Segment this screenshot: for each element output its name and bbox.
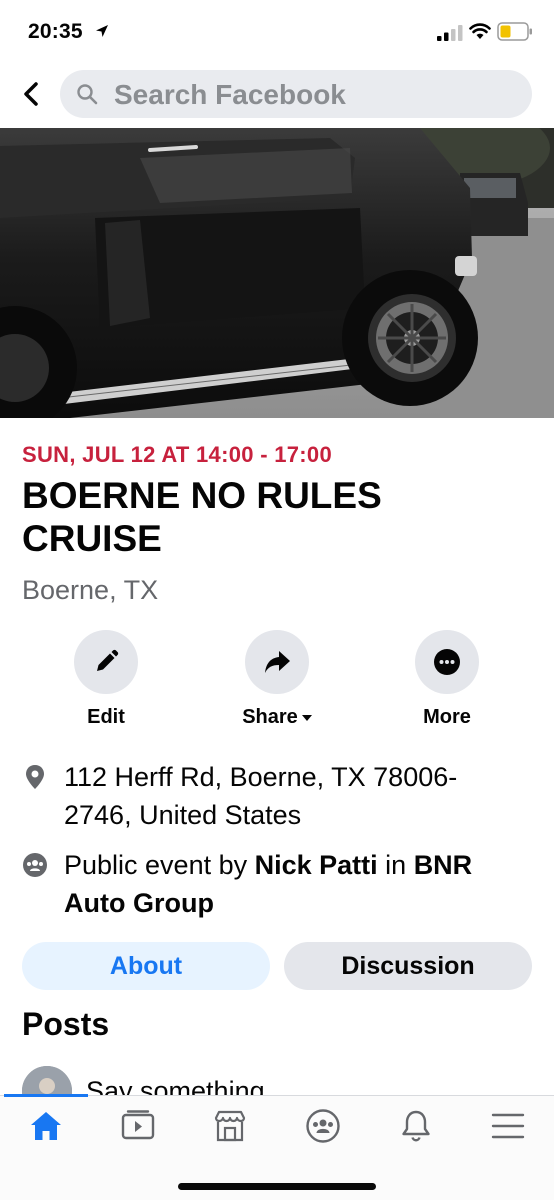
post-composer[interactable]: Say something...	[0, 1060, 554, 1095]
more-button[interactable]: More	[387, 630, 507, 740]
home-indicator	[178, 1183, 376, 1190]
more-icon	[434, 649, 460, 675]
event-title: BOERNE NO RULES CRUISE	[22, 475, 382, 559]
posts-heading: Posts	[22, 1006, 110, 1042]
search-input[interactable]: Search Facebook	[60, 70, 532, 118]
group-icon	[23, 853, 47, 877]
edit-button[interactable]: Edit	[46, 630, 166, 740]
wifi-icon	[469, 23, 491, 39]
host-prefix: Public event by	[64, 850, 255, 880]
event-date: SUN, JUL 12 AT 14:00 - 17:00	[22, 442, 333, 467]
share-arrow-icon	[265, 651, 290, 673]
share-label: Share	[242, 706, 298, 728]
tab-discussion[interactable]: Discussion	[284, 942, 532, 990]
chevron-down-icon	[301, 714, 312, 721]
event-location[interactable]: Boerne, TX	[22, 575, 158, 606]
groups-icon[interactable]	[305, 1108, 341, 1144]
host-name-link[interactable]: Nick Patti	[255, 850, 378, 880]
battery-icon	[497, 22, 532, 41]
address-text: 112 Herff Rd, Boerne, TX 78006-2746, Uni…	[64, 762, 458, 830]
event-cover-photo[interactable]	[0, 128, 554, 418]
bell-icon[interactable]	[398, 1108, 434, 1144]
marketplace-icon[interactable]	[212, 1108, 248, 1144]
search-icon	[77, 84, 98, 105]
watch-icon[interactable]	[120, 1108, 156, 1144]
composer-placeholder: Say something...	[86, 1076, 288, 1095]
signal-icon	[437, 25, 463, 41]
search-placeholder: Search Facebook	[114, 79, 346, 110]
host-mid: in	[377, 850, 414, 880]
home-icon[interactable]	[28, 1108, 64, 1144]
active-tab-indicator	[4, 1094, 88, 1097]
back-icon[interactable]	[18, 78, 46, 110]
pin-icon	[26, 765, 44, 789]
status-time: 20:35	[28, 20, 83, 43]
pencil-icon	[97, 649, 119, 671]
location-arrow-icon	[96, 25, 108, 37]
edit-label: Edit	[87, 706, 125, 728]
tab-about[interactable]: About	[22, 942, 270, 990]
top-nav: Search Facebook	[0, 62, 554, 128]
more-label: More	[423, 706, 471, 728]
menu-icon[interactable]	[490, 1108, 526, 1144]
share-button[interactable]: Share	[217, 630, 337, 740]
avatar	[22, 1066, 72, 1095]
status-bar: 20:35	[0, 0, 554, 62]
